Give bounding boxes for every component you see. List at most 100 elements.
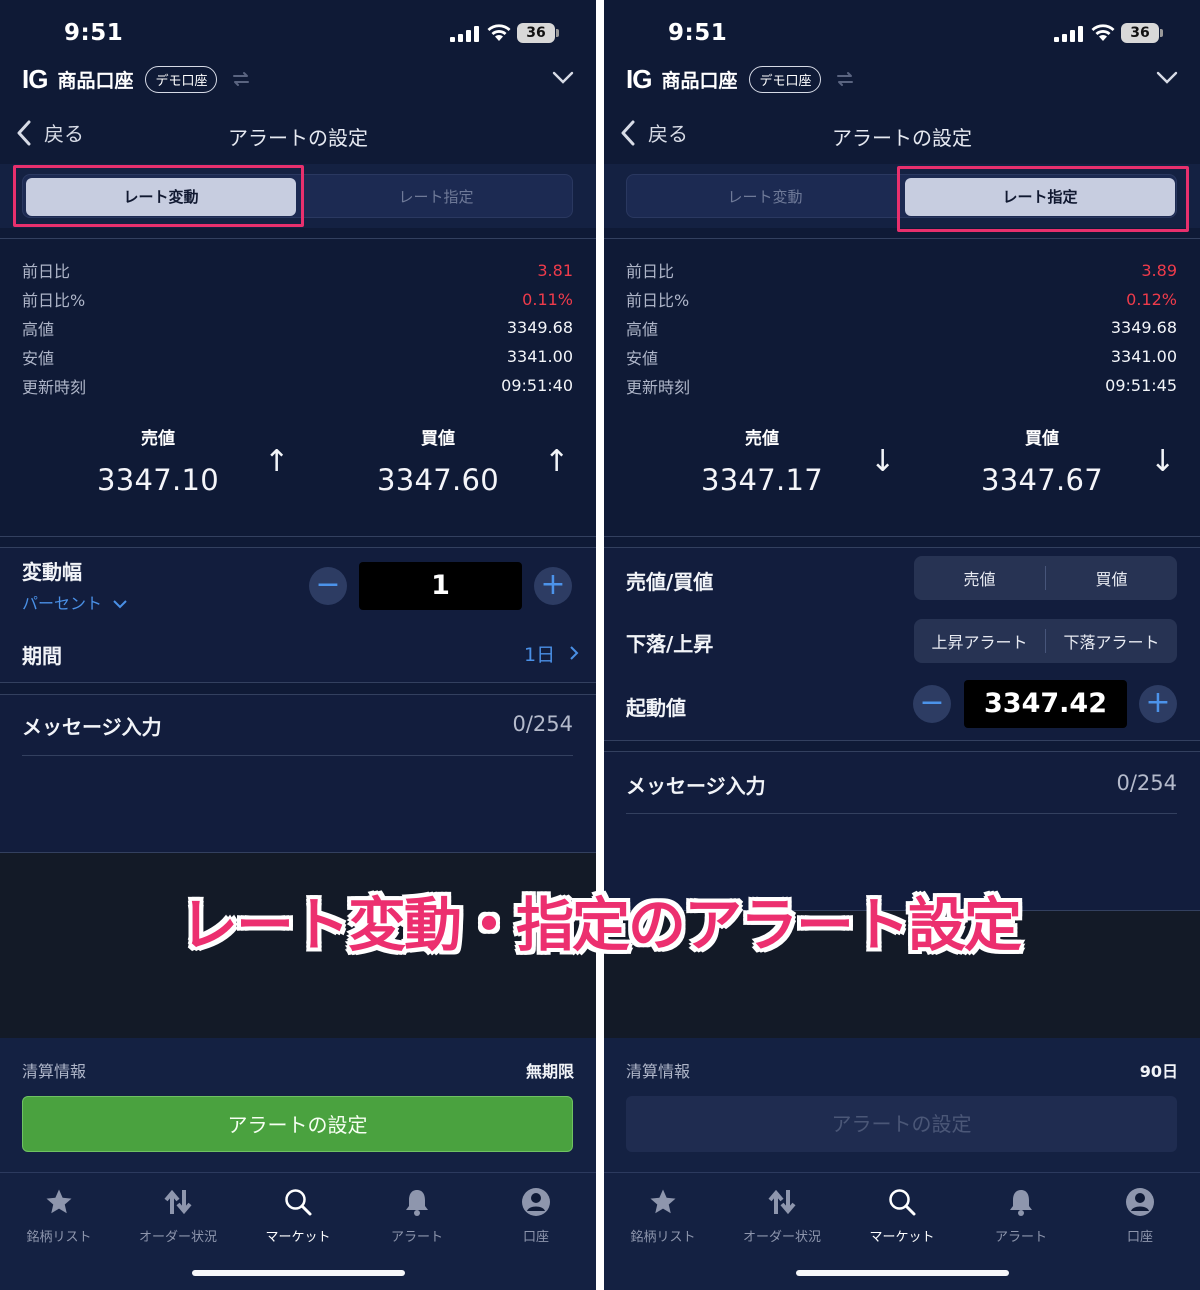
- divider: [22, 755, 573, 756]
- cellular-signal-icon: [450, 26, 480, 42]
- tab-account[interactable]: 口座: [481, 1186, 591, 1245]
- stat-label: 安値: [22, 348, 55, 368]
- change-width-input[interactable]: 1: [359, 562, 522, 610]
- settlement-value: 90日: [1139, 1062, 1178, 1081]
- navigation-bar: 戻る アラートの設定: [604, 110, 1200, 160]
- option-rise-alert[interactable]: 上昇アラート: [914, 629, 1045, 653]
- sell-value: 3347.10: [96, 463, 220, 497]
- swap-account-icon[interactable]: [231, 69, 251, 89]
- increment-button[interactable]: +: [1139, 685, 1177, 723]
- message-panel: メッセージ入力 0/254: [0, 695, 596, 852]
- tab-watchlist[interactable]: 銘柄リスト: [608, 1186, 718, 1245]
- message-counter: 0/254: [1116, 771, 1177, 795]
- demo-account-badge: デモ口座: [749, 65, 822, 93]
- tab-watchlist[interactable]: 銘柄リスト: [4, 1186, 114, 1245]
- up-down-arrows-icon: [164, 1189, 192, 1215]
- highlight-box: [897, 166, 1189, 232]
- rate-specified-panel: 売値/買値 売値 買値 下落/上昇 上昇アラート 下落アラート 起動値 − 3347…: [604, 548, 1200, 740]
- sell-label: 売値: [745, 429, 779, 449]
- price-side-segmented-control: 売値 買値: [914, 556, 1177, 600]
- navigation-bar: 戻る アラートの設定: [0, 110, 596, 160]
- buy-label: 買値: [421, 429, 455, 449]
- up-down-arrows-icon: [768, 1189, 796, 1215]
- period-value: 1日: [524, 644, 556, 666]
- change-settings-panel: 変動幅 パーセント − 1 + 期間 1日: [0, 548, 596, 682]
- account-switcher[interactable]: IG 商品口座 デモ口座: [626, 62, 855, 96]
- stat-label: 前日比%: [626, 291, 690, 311]
- account-name: 商品口座: [57, 69, 134, 92]
- sell-trend-arrow-icon: ↑: [264, 444, 290, 479]
- stat-value: 09:51:40: [501, 376, 573, 396]
- account-name: 商品口座: [661, 69, 738, 92]
- set-alert-button[interactable]: アラートの設定: [626, 1096, 1177, 1152]
- tab-account[interactable]: 口座: [1085, 1186, 1195, 1245]
- left-phone-screen: 9:51 36 IG 商品口座 デモ口座 戻る アラートの設定 レート変動 レー…: [0, 0, 596, 1290]
- message-label[interactable]: メッセージ入力: [22, 711, 162, 740]
- chevron-down-icon[interactable]: [552, 66, 574, 88]
- stat-row: 更新時刻 09:51:40: [22, 371, 573, 400]
- buy-price: 買値 3347.60: [318, 424, 558, 497]
- star-icon: [650, 1189, 676, 1214]
- settlement-label: 清算情報: [22, 1062, 87, 1081]
- stat-row: 更新時刻 09:51:45: [626, 371, 1177, 400]
- increment-button[interactable]: +: [534, 567, 572, 605]
- stat-row: 高値 3349.68: [22, 314, 573, 343]
- home-indicator: [192, 1270, 405, 1276]
- tab-rate-specified[interactable]: レート指定: [301, 178, 571, 216]
- highlight-box: [13, 165, 304, 227]
- unit-dropdown[interactable]: パーセント: [22, 590, 127, 614]
- message-label[interactable]: メッセージ入力: [626, 770, 766, 799]
- quote-stats: 前日比 3.81 前日比% 0.11% 高値 3349.68 安値 3341.00 更新…: [22, 256, 573, 400]
- stat-value: 0.12%: [1126, 289, 1177, 309]
- tab-market[interactable]: マーケット: [243, 1186, 353, 1245]
- tab-rate-change[interactable]: レート変動: [630, 178, 900, 216]
- quote-stats: 前日比 3.89 前日比% 0.12% 高値 3349.68 安値 3341.00 更新…: [626, 256, 1177, 400]
- option-buy[interactable]: 買値: [1046, 566, 1177, 590]
- option-sell[interactable]: 売値: [914, 566, 1045, 590]
- wifi-icon: [487, 24, 511, 41]
- message-counter: 0/254: [512, 712, 573, 736]
- tab-orders[interactable]: オーダー状況: [727, 1186, 837, 1245]
- page-title: アラートの設定: [228, 126, 368, 150]
- buy-price: 買値 3347.67: [922, 424, 1162, 497]
- settlement-value: 無期限: [525, 1062, 574, 1081]
- change-width-label: 変動幅: [22, 560, 82, 584]
- ig-logo: IG: [626, 63, 652, 94]
- cellular-signal-icon: [1054, 26, 1084, 42]
- option-fall-alert[interactable]: 下落アラート: [1046, 629, 1177, 653]
- buy-value: 3347.60: [376, 463, 500, 497]
- star-icon: [46, 1189, 72, 1214]
- decrement-button[interactable]: −: [913, 685, 951, 723]
- period-selector[interactable]: 1日: [524, 640, 579, 667]
- status-time: 9:51: [668, 20, 728, 46]
- tab-label: 口座: [522, 1230, 549, 1245]
- tab-market[interactable]: マーケット: [847, 1186, 957, 1245]
- stat-value: 3349.68: [1110, 318, 1177, 338]
- stat-label: 高値: [22, 319, 55, 339]
- sell-price: 売値 3347.10: [38, 424, 278, 497]
- sell-label: 売値: [141, 429, 175, 449]
- tab-orders[interactable]: オーダー状況: [123, 1186, 233, 1245]
- set-alert-button[interactable]: アラートの設定: [22, 1096, 573, 1152]
- stat-value: 3341.00: [506, 347, 573, 367]
- sell-value: 3347.17: [700, 463, 824, 497]
- chevron-right-icon: [570, 646, 579, 660]
- decrement-button[interactable]: −: [309, 567, 347, 605]
- stat-value: 3349.68: [506, 318, 573, 338]
- stat-value: 3.89: [1141, 260, 1177, 280]
- buy-trend-arrow-icon: ↑: [544, 444, 570, 479]
- stat-row: 前日比 3.81: [22, 256, 573, 285]
- swap-account-icon[interactable]: [835, 69, 855, 89]
- sell-trend-arrow-icon: ↓: [870, 444, 896, 479]
- bottom-tab-bar: 銘柄リスト オーダー状況 マーケット アラート 口座: [0, 1186, 596, 1246]
- tab-alerts[interactable]: アラート: [966, 1186, 1076, 1245]
- unit-dropdown-label: パーセント: [22, 594, 103, 613]
- stat-row: 安値 3341.00: [22, 342, 573, 371]
- account-switcher[interactable]: IG 商品口座 デモ口座: [22, 62, 251, 96]
- stat-label: 前日比%: [22, 291, 86, 311]
- divider: [604, 1172, 1200, 1173]
- tab-label: マーケット: [265, 1230, 331, 1245]
- chevron-down-icon[interactable]: [1156, 66, 1178, 88]
- trigger-value-input[interactable]: 3347.42: [964, 680, 1127, 728]
- tab-alerts[interactable]: アラート: [362, 1186, 472, 1245]
